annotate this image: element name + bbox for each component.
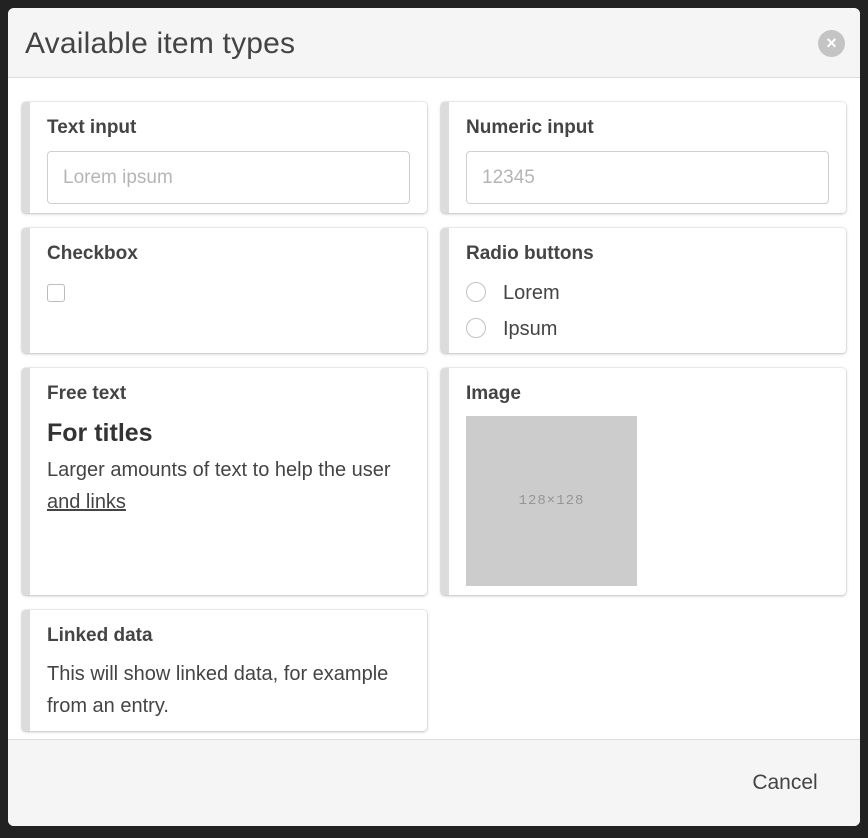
free-text-heading: For titles bbox=[47, 419, 153, 447]
checkbox-preview[interactable] bbox=[47, 284, 65, 302]
modal-footer: Cancel bbox=[8, 739, 860, 826]
cancel-button[interactable]: Cancel bbox=[740, 768, 830, 798]
card-title: Numeric input bbox=[466, 117, 594, 138]
radio-circle-icon[interactable] bbox=[466, 318, 486, 338]
card-text-input[interactable]: Text input bbox=[22, 102, 427, 213]
radio-circle-icon[interactable] bbox=[466, 282, 486, 302]
close-icon[interactable]: × bbox=[818, 30, 845, 57]
card-radio-buttons[interactable]: Radio buttons Lorem Ipsum bbox=[441, 228, 846, 353]
card-free-text[interactable]: Free text For titles Larger amounts of t… bbox=[22, 368, 427, 595]
modal-body: Text input Numeric input Checkbox Radio … bbox=[8, 79, 860, 739]
item-types-modal: Available item types × Text input Numeri… bbox=[8, 8, 860, 826]
card-title: Radio buttons bbox=[466, 243, 594, 264]
card-numeric-input[interactable]: Numeric input bbox=[441, 102, 846, 213]
modal-title: Available item types bbox=[25, 27, 296, 60]
free-text-link[interactable]: and links bbox=[47, 491, 126, 513]
card-linked-data[interactable]: Linked data This will show linked data, … bbox=[22, 610, 427, 731]
card-title: Linked data bbox=[47, 625, 153, 646]
text-input-preview[interactable] bbox=[47, 151, 410, 204]
card-image[interactable]: Image 128×128 bbox=[441, 368, 846, 595]
modal-header: Available item types × bbox=[8, 8, 860, 78]
free-text-body: Larger amounts of text to help the user bbox=[47, 459, 391, 481]
radio-label: Ipsum bbox=[503, 318, 558, 340]
card-title: Image bbox=[466, 383, 521, 404]
linked-data-text: This will show linked data, for example … bbox=[47, 663, 389, 717]
free-text-paragraph: Larger amounts of text to help the user … bbox=[47, 454, 407, 518]
card-checkbox[interactable]: Checkbox bbox=[22, 228, 427, 353]
card-title: Free text bbox=[47, 383, 127, 404]
card-title: Text input bbox=[47, 117, 137, 138]
numeric-input-preview[interactable] bbox=[466, 151, 829, 204]
radio-label: Lorem bbox=[503, 282, 560, 304]
card-title: Checkbox bbox=[47, 243, 138, 264]
image-placeholder: 128×128 bbox=[466, 416, 637, 586]
